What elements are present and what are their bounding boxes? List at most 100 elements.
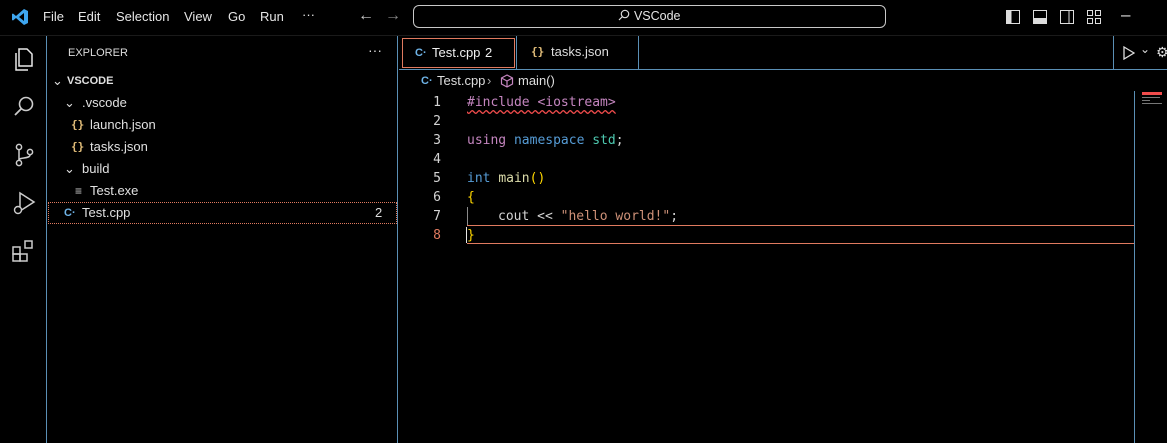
- explorer-title: EXPLORER: [68, 47, 128, 59]
- string-literal: "hello world!": [560, 209, 671, 224]
- minimap-border: [1134, 91, 1135, 443]
- menu-edit[interactable]: Edit: [78, 9, 100, 24]
- extensions-icon[interactable]: [11, 238, 37, 264]
- source-control-icon[interactable]: [11, 142, 37, 168]
- toggle-primary-sidebar-icon[interactable]: [1006, 10, 1020, 24]
- chevron-down-icon[interactable]: ⌄: [1140, 42, 1150, 56]
- text-cursor: [466, 227, 467, 243]
- toggle-panel-icon[interactable]: [1033, 10, 1047, 24]
- tab-divider: [516, 36, 517, 70]
- menu-go[interactable]: Go: [228, 9, 245, 24]
- tree-item-label: Test.cpp: [82, 205, 131, 220]
- tab-tasks-json[interactable]: {} tasks.json: [521, 38, 637, 68]
- menu-view[interactable]: View: [184, 9, 212, 24]
- minimap-error-marker: [1142, 92, 1162, 95]
- explorer-files-icon[interactable]: [11, 46, 37, 72]
- menu-selection[interactable]: Selection: [116, 9, 169, 24]
- line-number: 7: [433, 209, 441, 224]
- text-file-icon: ≡: [75, 184, 83, 198]
- tree-item-build-folder[interactable]: ⌄ build: [48, 158, 397, 180]
- line-number: 5: [433, 171, 441, 186]
- tree-item-label: .vscode: [82, 95, 127, 110]
- json-file-icon: {}: [71, 140, 85, 153]
- current-line-border-bottom: [467, 243, 1134, 244]
- explorer-root-folder[interactable]: ⌄ VSCODE: [48, 70, 397, 92]
- cpp-file-icon: C·: [421, 75, 433, 87]
- run-and-debug-icon[interactable]: [11, 190, 37, 216]
- code-line-open-brace: {: [467, 190, 475, 205]
- code-line-main: int main(): [467, 169, 545, 188]
- activity-bar: [0, 36, 47, 443]
- tree-item-test-exe[interactable]: ≡ Test.exe: [48, 180, 397, 202]
- code-line-using: using namespace std;: [467, 131, 624, 150]
- minimap-line: [1142, 100, 1150, 101]
- tab-label: Test.cpp: [432, 45, 481, 60]
- back-arrow-icon[interactable]: ←: [358, 7, 374, 25]
- tree-item-launch-json[interactable]: {} launch.json: [48, 114, 397, 136]
- minimap-line: [1142, 97, 1160, 98]
- minimap-line: [1142, 103, 1162, 104]
- type-keyword: int: [467, 171, 491, 186]
- keyword: using: [467, 133, 507, 148]
- code-line-cout: cout << "hello world!";: [498, 207, 678, 226]
- run-play-icon[interactable]: [1123, 46, 1135, 60]
- tab-problem-badge: 2: [485, 45, 493, 60]
- customize-layout-icon[interactable]: [1087, 10, 1101, 24]
- menu-more[interactable]: ···: [302, 7, 315, 22]
- gear-icon[interactable]: ⚙: [1156, 44, 1167, 61]
- toggle-secondary-sidebar-icon[interactable]: [1060, 10, 1074, 24]
- method-cube-icon: [500, 74, 514, 88]
- tree-item-test-cpp[interactable]: C· Test.cpp 2: [48, 202, 397, 224]
- editor-tab-bar: C· Test.cpp 2 {} tasks.json ⌄ ⚙: [399, 36, 1167, 70]
- operator: <<: [529, 209, 561, 224]
- tab-divider: [1113, 36, 1114, 70]
- chevron-down-icon: ⌄: [52, 73, 63, 88]
- punctuation: ;: [670, 209, 679, 224]
- keyword: namespace: [513, 133, 585, 148]
- forward-arrow-icon[interactable]: →: [385, 7, 401, 25]
- tree-item-label: launch.json: [90, 117, 156, 132]
- minimize-icon[interactable]: –: [1121, 5, 1130, 25]
- line-number: 3: [433, 133, 441, 148]
- explorer-sidebar: EXPLORER ··· ⌄ VSCODE ⌄ .vscode {} launc…: [48, 36, 398, 443]
- explorer-more-actions[interactable]: ···: [368, 42, 382, 58]
- parentheses: (): [529, 171, 546, 186]
- line-number: 1: [433, 95, 441, 110]
- command-center-search[interactable]: VSCode: [413, 5, 886, 28]
- function-name: main: [498, 171, 530, 186]
- line-number-current: 8: [433, 228, 441, 243]
- identifier: cout: [498, 209, 530, 224]
- tree-item-label: Test.exe: [90, 183, 139, 198]
- breadcrumb-symbol[interactable]: main(): [518, 71, 555, 91]
- breadcrumb: C· Test.cpp › main(): [399, 71, 1167, 91]
- tree-item-label: build: [82, 161, 110, 176]
- cpp-file-icon: C·: [64, 207, 76, 219]
- breadcrumb-file[interactable]: Test.cpp: [437, 71, 485, 91]
- command-center-label: VSCode: [633, 9, 681, 23]
- search-icon[interactable]: [11, 94, 37, 120]
- root-folder-label: VSCODE: [67, 75, 114, 87]
- search-icon: [619, 9, 630, 21]
- indent-guide: [467, 207, 468, 226]
- code-line-include: #include <iostream>: [467, 95, 616, 110]
- chevron-down-icon: ⌄: [64, 161, 75, 176]
- tree-item-vscode-folder[interactable]: ⌄ .vscode: [48, 92, 397, 114]
- line-number: 4: [433, 152, 441, 167]
- menu-file[interactable]: File: [43, 9, 64, 24]
- tree-item-tasks-json[interactable]: {} tasks.json: [48, 136, 397, 158]
- menu-run[interactable]: Run: [260, 9, 284, 24]
- namespace-name: std: [592, 133, 616, 148]
- line-number: 2: [433, 114, 441, 129]
- tab-test-cpp[interactable]: C· Test.cpp 2: [402, 38, 515, 68]
- tab-divider: [638, 36, 639, 70]
- vscode-logo-icon: [12, 9, 28, 25]
- json-file-icon: {}: [71, 118, 85, 131]
- title-bar: File Edit Selection View Go Run ··· ← → …: [0, 0, 1167, 36]
- json-file-icon: {}: [531, 45, 545, 58]
- punctuation: ;: [615, 133, 624, 148]
- tab-label: tasks.json: [551, 44, 609, 59]
- chevron-right-icon: ›: [487, 73, 492, 88]
- tree-item-label: tasks.json: [90, 139, 148, 154]
- chevron-down-icon: ⌄: [64, 95, 75, 110]
- cpp-file-icon: C·: [415, 47, 427, 59]
